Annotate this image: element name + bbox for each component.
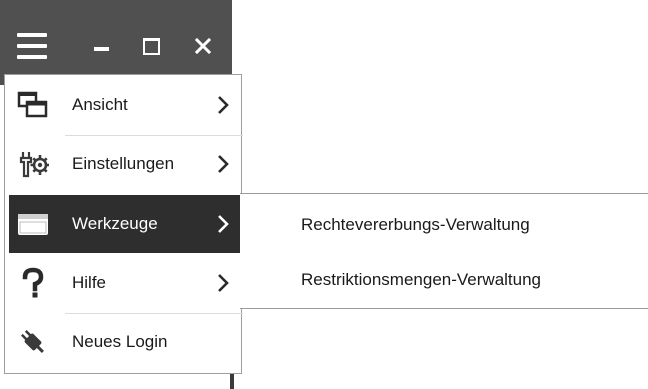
hamburger-menu-button[interactable] bbox=[12, 31, 52, 61]
minimize-icon bbox=[93, 47, 109, 51]
chevron-right-icon bbox=[218, 274, 229, 292]
chevron-right-icon bbox=[218, 96, 229, 114]
submenu-item-rechtevererbung[interactable]: Rechtevererbungs-Verwaltung bbox=[240, 197, 648, 253]
toolbox-icon bbox=[15, 207, 51, 241]
window-titlebar bbox=[0, 0, 232, 85]
windows-view-icon bbox=[15, 88, 51, 122]
menu-item-label: Werkzeuge bbox=[72, 214, 158, 233]
submenu-item-label: Rechtevererbungs-Verwaltung bbox=[301, 215, 530, 234]
tools-gear-icon bbox=[15, 147, 51, 181]
submenu-item-label: Restriktionsmengen-Verwaltung bbox=[301, 270, 542, 289]
menu-item-hilfe[interactable]: Hilfe bbox=[9, 254, 245, 312]
maximize-icon bbox=[142, 37, 160, 55]
menu-item-neues-login[interactable]: Neues Login bbox=[9, 313, 245, 371]
maximize-button[interactable] bbox=[134, 31, 168, 61]
plug-icon bbox=[15, 325, 51, 359]
question-mark-icon bbox=[15, 266, 51, 300]
werkzeuge-submenu: Rechtevererbungs-Verwaltung Restriktions… bbox=[240, 193, 648, 309]
menu-item-label: Ansicht bbox=[72, 95, 128, 114]
menu-item-label: Neues Login bbox=[72, 332, 168, 351]
chevron-right-icon bbox=[218, 155, 229, 173]
main-menu: Ansicht Einstellungen Werkzeuge Hilfe Ne… bbox=[4, 74, 245, 374]
submenu-item-restriktionsmengen[interactable]: Restriktionsmengen-Verwaltung bbox=[240, 252, 648, 308]
menu-item-werkzeuge[interactable]: Werkzeuge bbox=[9, 195, 245, 253]
menu-item-ansicht[interactable]: Ansicht bbox=[9, 76, 245, 134]
close-icon bbox=[195, 38, 211, 54]
menu-item-einstellungen[interactable]: Einstellungen bbox=[9, 135, 245, 193]
minimize-button[interactable] bbox=[84, 31, 118, 61]
hamburger-menu-icon bbox=[17, 33, 47, 59]
menu-item-label: Einstellungen bbox=[72, 154, 175, 173]
chevron-right-icon bbox=[218, 215, 229, 233]
close-button[interactable] bbox=[186, 31, 220, 61]
menu-item-label: Hilfe bbox=[72, 273, 107, 292]
